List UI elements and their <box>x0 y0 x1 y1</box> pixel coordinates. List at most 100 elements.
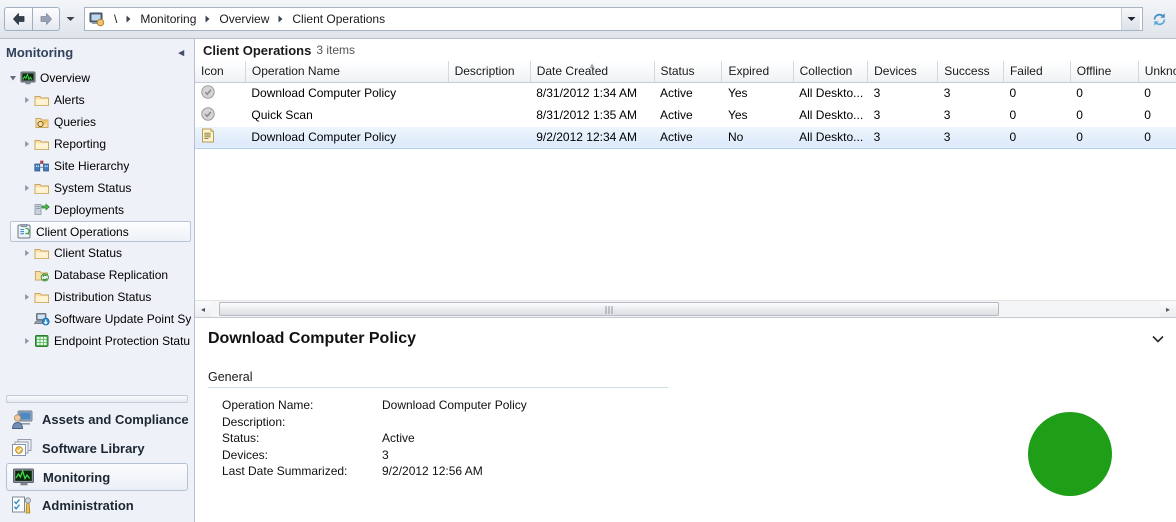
sidebar-item-label: Distribution Status <box>54 290 152 304</box>
compliance-pie-chart: Success:3 Offline:0 Failed:0 Unknow <box>1023 334 1176 514</box>
monitoring-icon <box>11 466 35 488</box>
breadcrumb-root[interactable]: \ <box>109 11 122 27</box>
twisty-open-icon[interactable] <box>6 74 19 82</box>
column-header-offline[interactable]: Offline <box>1070 61 1139 83</box>
scroll-right-button[interactable]: ▸ <box>1160 301 1176 317</box>
sidebar-collapse-button[interactable]: ◂ <box>178 46 188 59</box>
sidebar-item-alerts[interactable]: Alerts <box>0 89 194 111</box>
back-button[interactable] <box>4 7 32 31</box>
twisty-closed-icon[interactable] <box>20 140 33 148</box>
sidebar-item-overview[interactable]: Overview <box>0 67 194 89</box>
address-dropdown-button[interactable] <box>1121 8 1140 30</box>
sidebar-item-label: Overview <box>40 71 91 85</box>
sidebar-item-label: Software Update Point Sy <box>54 312 192 326</box>
status-check-icon <box>201 84 215 102</box>
cell-offline: 0 <box>1076 86 1083 100</box>
navigation-sidebar: Monitoring ◂ Overview Alerts Queries Rep… <box>0 39 195 522</box>
endpoint-protection-icon <box>33 333 50 349</box>
twisty-closed-icon[interactable] <box>20 96 33 104</box>
breadcrumb-separator-icon <box>201 15 214 23</box>
sidebar-item-deployments[interactable]: Deployments <box>0 199 194 221</box>
sidebar-item-endpoint-protection-status[interactable]: Endpoint Protection Statu <box>0 330 194 352</box>
cell-status: Active <box>654 125 722 149</box>
column-header-unknown[interactable]: Unknown <box>1138 61 1176 83</box>
sidebar-splitter-handle[interactable] <box>6 395 188 403</box>
twisty-closed-icon[interactable] <box>20 249 33 257</box>
sidebar-item-queries[interactable]: Queries <box>0 111 194 133</box>
field-label: Operation Name: <box>222 398 314 412</box>
column-header-expired[interactable]: Expired <box>721 61 794 83</box>
forward-button[interactable] <box>32 7 60 31</box>
cell-devices: 3 <box>873 108 881 122</box>
cell-failed: 0 <box>1009 86 1017 100</box>
column-header-devices[interactable]: Devices <box>867 61 939 83</box>
horizontal-scrollbar[interactable]: ◂ ▸ <box>195 300 1176 317</box>
column-header-operation-name[interactable]: Operation Name <box>245 61 449 83</box>
sidebar-item-system-status[interactable]: System Status <box>0 177 194 199</box>
sidebar-item-client-operations[interactable]: Client Operations <box>10 221 191 242</box>
table-row[interactable]: Download Computer Policy 8/31/2012 1:34 … <box>195 82 1176 104</box>
workspace-software-library[interactable]: Software Library <box>0 434 194 463</box>
software-library-icon <box>10 438 34 460</box>
workspace-administration[interactable]: Administration <box>0 491 194 520</box>
sidebar-item-client-status[interactable]: Client Status <box>0 242 194 264</box>
column-header-description[interactable]: Description <box>448 61 531 83</box>
twisty-closed-icon[interactable] <box>20 293 33 301</box>
detail-section-header: General <box>208 370 668 388</box>
console-icon <box>87 9 107 29</box>
twisty-closed-icon[interactable] <box>20 337 33 345</box>
navigation-tree: Overview Alerts Queries Reporting Site H… <box>0 65 194 391</box>
workspace-assets-and-compliance[interactable]: Assets and Compliance <box>0 405 194 434</box>
table-header-row: Icon Operation Name Description ▲ Date C… <box>195 61 1176 83</box>
cell-date-created: 9/2/2012 12:34 AM <box>530 125 655 149</box>
row-icon-cell <box>195 125 246 149</box>
cell-success: 3 <box>937 125 1004 149</box>
sidebar-item-database-replication[interactable]: Database Replication <box>0 264 194 286</box>
breadcrumb-separator-icon <box>274 15 287 23</box>
table-row[interactable]: Quick Scan 8/31/2012 1:35 AM Active Yes … <box>195 104 1176 126</box>
folder-icon <box>33 180 50 196</box>
sidebar-title: Monitoring <box>6 44 74 60</box>
breadcrumb-overview[interactable]: Overview <box>214 11 274 27</box>
cell-operation-name: Download Computer Policy <box>245 125 449 149</box>
workspace-monitoring[interactable]: Monitoring <box>6 463 188 491</box>
scroll-left-button[interactable]: ◂ <box>195 301 211 317</box>
scrollbar-thumb[interactable] <box>219 302 999 316</box>
breadcrumb-separator-icon <box>122 15 135 23</box>
workspace-label: Assets and Compliance <box>42 412 189 427</box>
scrollbar-track[interactable] <box>211 301 1160 317</box>
column-header-success[interactable]: Success <box>937 61 1004 83</box>
sidebar-item-label: Client Status <box>54 246 123 260</box>
twisty-closed-icon[interactable] <box>20 184 33 192</box>
sidebar-item-reporting[interactable]: Reporting <box>0 133 194 155</box>
breadcrumb-monitoring[interactable]: Monitoring <box>135 11 201 27</box>
breadcrumb-client-operations[interactable]: Client Operations <box>287 11 390 27</box>
refresh-icon <box>1153 12 1165 26</box>
administration-icon <box>10 495 34 517</box>
sidebar-item-label: System Status <box>54 181 132 195</box>
cell-failed: 0 <box>1009 108 1017 122</box>
field-value: 9/2/2012 12:56 AM <box>382 464 483 478</box>
cell-status: Active <box>660 108 693 122</box>
history-dropdown-button[interactable] <box>62 8 79 30</box>
sidebar-item-distribution-status[interactable]: Distribution Status <box>0 286 194 308</box>
refresh-button[interactable] <box>1146 6 1172 32</box>
column-header-failed[interactable]: Failed <box>1003 61 1071 83</box>
sidebar-item-software-update-point-sync[interactable]: Software Update Point Sy <box>0 308 194 330</box>
sidebar-item-label: Queries <box>54 115 97 129</box>
column-header-status[interactable]: Status <box>654 61 723 83</box>
list-item-count: 3 items <box>316 43 356 57</box>
cell-unknown: 0 <box>1144 108 1151 122</box>
table-row[interactable]: Download Computer Policy 9/2/2012 12:34 … <box>195 125 1176 149</box>
chevron-down-icon <box>66 17 75 21</box>
address-bar[interactable]: \ Monitoring Overview Client Operations <box>84 7 1143 31</box>
sidebar-item-label: Deployments <box>54 203 125 217</box>
sidebar-item-site-hierarchy[interactable]: Site Hierarchy <box>0 155 194 177</box>
workspace-label: Administration <box>42 498 134 513</box>
column-header-date-created[interactable]: ▲ Date Created <box>530 61 655 83</box>
chevron-down-icon <box>1127 17 1135 21</box>
column-header-icon[interactable]: Icon <box>195 61 246 83</box>
configuration-manager-console: \ Monitoring Overview Client Operations <box>0 0 1176 522</box>
column-header-collection[interactable]: Collection <box>793 61 869 83</box>
cell-expired: Yes <box>727 108 748 122</box>
